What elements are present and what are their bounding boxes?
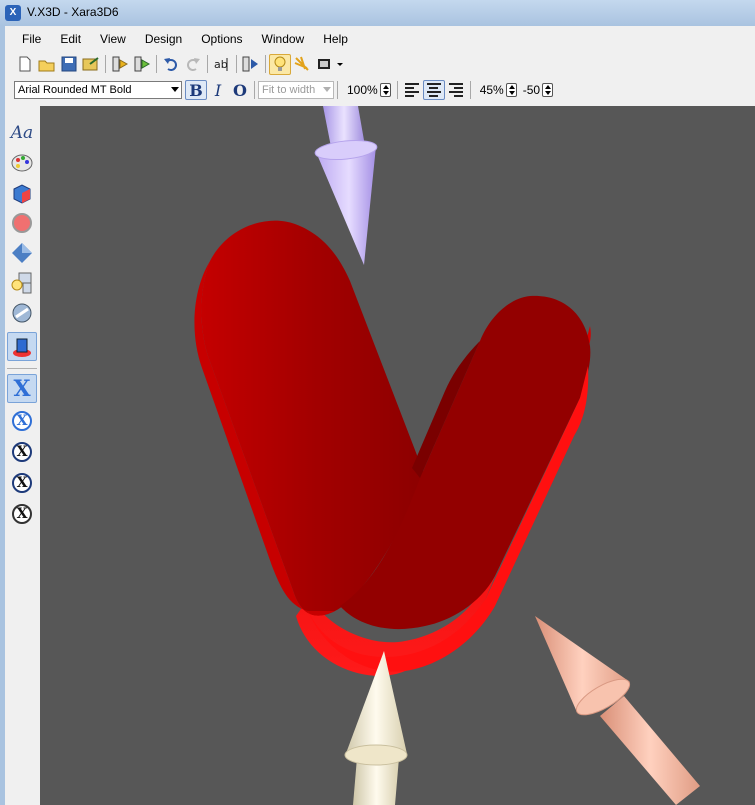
spin-arrows-icon[interactable] bbox=[379, 83, 391, 97]
3d-letter-v[interactable] bbox=[194, 220, 591, 676]
toolbar-separator bbox=[156, 55, 157, 73]
main-toolbar: ab bbox=[14, 53, 345, 75]
x-variant-2-button[interactable]: X bbox=[7, 406, 37, 435]
purple-light-arrow[interactable] bbox=[314, 106, 378, 265]
animation-button[interactable] bbox=[7, 298, 37, 327]
x-variant-icon: X bbox=[13, 375, 31, 402]
text-style-button[interactable]: Aa bbox=[7, 118, 37, 147]
x-variant-icon: X bbox=[12, 503, 32, 524]
bold-button[interactable]: B bbox=[185, 80, 207, 100]
menu-bar: File Edit View Design Options Window Hel… bbox=[10, 30, 355, 48]
tool-sidebar: Aa X X X X X bbox=[5, 106, 40, 805]
toolbar-separator bbox=[469, 81, 471, 99]
menu-edit[interactable]: Edit bbox=[48, 30, 88, 48]
offset-value: -50 bbox=[522, 83, 541, 97]
text-style-icon: Aa bbox=[10, 122, 34, 143]
toolbar-separator bbox=[254, 81, 255, 99]
x-variant-icon: X bbox=[12, 472, 32, 493]
animation-icon[interactable] bbox=[109, 54, 131, 75]
zoom-spinner[interactable]: 100% bbox=[347, 83, 391, 97]
align-center-button[interactable] bbox=[422, 80, 445, 100]
save-icon[interactable] bbox=[58, 54, 80, 75]
align-right-button[interactable] bbox=[445, 80, 467, 100]
font-select-value: Arial Rounded MT Bold bbox=[18, 84, 132, 96]
menu-file[interactable]: File bbox=[10, 30, 48, 48]
chevron-down-icon[interactable] bbox=[335, 54, 345, 75]
lighting-icon bbox=[11, 272, 32, 293]
x-variant-icon: X bbox=[12, 441, 32, 462]
format-toolbar: Arial Rounded MT Bold B I O Fit to width… bbox=[14, 79, 554, 101]
view-icon bbox=[13, 338, 31, 357]
x-variant-4-button[interactable]: X bbox=[7, 468, 37, 497]
animation-icon bbox=[12, 303, 32, 322]
toolbar-separator bbox=[236, 55, 237, 73]
toolbar-separator bbox=[396, 81, 398, 99]
menu-design[interactable]: Design bbox=[133, 30, 189, 48]
opacity-value: 45% bbox=[479, 83, 504, 97]
fit-mode-select[interactable]: Fit to width bbox=[258, 81, 334, 99]
chevron-down-icon bbox=[171, 87, 179, 92]
offset-spinner[interactable]: -50 bbox=[522, 83, 554, 97]
view-button[interactable] bbox=[7, 332, 37, 361]
window-title: V.X3D - Xara3D6 bbox=[27, 5, 119, 19]
menu-window[interactable]: Window bbox=[250, 30, 312, 48]
align-left-button[interactable] bbox=[401, 80, 423, 100]
color-palette-button[interactable] bbox=[7, 148, 37, 177]
font-select[interactable]: Arial Rounded MT Bold bbox=[14, 81, 182, 99]
svg-text:ab: ab bbox=[214, 58, 228, 71]
animation-export-icon[interactable] bbox=[131, 54, 153, 75]
fit-mode-value: Fit to width bbox=[262, 84, 316, 96]
title-bar: X V.X3D - Xara3D6 bbox=[0, 0, 755, 26]
shade-icon bbox=[12, 212, 32, 233]
bevel-icon bbox=[12, 242, 32, 263]
x-variant-1-button[interactable]: X bbox=[7, 374, 37, 403]
text-edit-icon[interactable]: ab bbox=[211, 54, 233, 75]
toolbar-separator bbox=[265, 55, 266, 73]
x-variant-5-button[interactable]: X bbox=[7, 499, 37, 528]
spin-arrows-icon[interactable] bbox=[542, 83, 554, 97]
app-icon: X bbox=[5, 5, 21, 21]
italic-button[interactable]: I bbox=[207, 80, 229, 100]
undo-icon[interactable] bbox=[160, 54, 182, 75]
peach-light-arrow[interactable] bbox=[535, 616, 700, 805]
sidebar-separator bbox=[7, 368, 37, 369]
x-variant-3-button[interactable]: X bbox=[7, 437, 37, 466]
outline-button[interactable]: O bbox=[229, 80, 251, 100]
color-palette-icon bbox=[11, 154, 33, 171]
3d-scene bbox=[194, 106, 700, 805]
toolbar-separator bbox=[105, 55, 106, 73]
x-variant-icon: X bbox=[12, 410, 32, 431]
extrude-button[interactable] bbox=[7, 178, 37, 207]
extrude-icon bbox=[13, 183, 31, 204]
shade-button[interactable] bbox=[7, 208, 37, 237]
lighting-button[interactable] bbox=[7, 268, 37, 297]
3d-viewport[interactable] bbox=[40, 106, 755, 805]
toolbar-separator bbox=[337, 81, 338, 99]
play-icon[interactable] bbox=[240, 54, 262, 75]
menu-options[interactable]: Options bbox=[189, 30, 249, 48]
redo-icon[interactable] bbox=[182, 54, 204, 75]
bevel-button[interactable] bbox=[7, 238, 37, 267]
toolbar-separator bbox=[207, 55, 208, 73]
new-icon[interactable] bbox=[14, 54, 36, 75]
chevron-down-icon bbox=[323, 87, 331, 92]
light-bulb-icon[interactable] bbox=[269, 53, 291, 75]
export-icon[interactable] bbox=[80, 54, 102, 75]
zoom-value: 100% bbox=[347, 83, 378, 97]
menu-view[interactable]: View bbox=[88, 30, 133, 48]
lights-icon[interactable] bbox=[291, 54, 313, 75]
frame-icon[interactable] bbox=[313, 54, 335, 75]
cream-light-arrow[interactable] bbox=[344, 651, 408, 805]
menu-help[interactable]: Help bbox=[311, 30, 355, 48]
open-icon[interactable] bbox=[36, 54, 58, 75]
opacity-spinner[interactable]: 45% bbox=[480, 83, 517, 97]
spin-arrows-icon[interactable] bbox=[505, 83, 517, 97]
